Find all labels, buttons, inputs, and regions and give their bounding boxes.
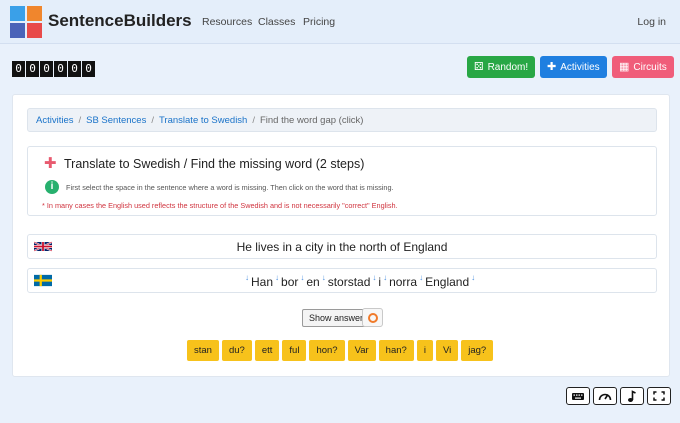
word-chip[interactable]: stan bbox=[187, 340, 219, 361]
info-icon: i bbox=[45, 180, 59, 194]
sweden-flag-icon bbox=[34, 274, 52, 287]
keyboard-icon bbox=[572, 393, 584, 400]
circuits-label: Circuits bbox=[633, 61, 667, 73]
counter-digit: 0 bbox=[26, 61, 39, 77]
counter-digit: 0 bbox=[54, 61, 67, 77]
swedish-word: en bbox=[306, 275, 320, 289]
swedish-word: Han bbox=[251, 275, 274, 289]
activities-button[interactable]: ✚ Activities bbox=[540, 56, 607, 78]
counter-digit: 0 bbox=[68, 61, 81, 77]
task-box: ✚ Translate to Swedish / Find the missin… bbox=[27, 146, 657, 216]
gap-arrow-icon[interactable]: ↓ bbox=[370, 273, 378, 282]
gap-arrow-icon[interactable]: ↓ bbox=[417, 273, 425, 282]
word-chip[interactable]: Var bbox=[347, 340, 376, 361]
speedometer-icon bbox=[598, 393, 612, 401]
task-note: * In many cases the English used reflect… bbox=[42, 201, 398, 210]
counter-digit: 0 bbox=[40, 61, 53, 77]
word-chip[interactable]: Vi bbox=[435, 340, 459, 361]
nav-classes[interactable]: Classes bbox=[258, 16, 295, 28]
swedish-word: England bbox=[425, 275, 470, 289]
gap-arrow-icon[interactable]: ↓ bbox=[273, 273, 281, 282]
nav-pricing[interactable]: Pricing bbox=[303, 16, 335, 28]
score-counter: 0 0 0 0 0 0 bbox=[12, 61, 95, 77]
music-note-icon bbox=[628, 390, 636, 402]
music-button[interactable] bbox=[620, 387, 644, 405]
breadcrumb-sb-sentences[interactable]: SB Sentences bbox=[86, 115, 146, 126]
swedish-word: storstad bbox=[327, 275, 371, 289]
swedish-sentence-row: ↓ Han ↓ bor ↓ en ↓ storstad ↓ i ↓ norra … bbox=[27, 268, 657, 293]
english-sentence: He lives in a city in the north of Engla… bbox=[236, 240, 448, 254]
puzzle-icon: ✚ bbox=[44, 155, 57, 172]
breadcrumb-current: Find the word gap (click) bbox=[259, 114, 364, 126]
navbar: SentenceBuilders Resources Classes Prici… bbox=[0, 0, 680, 44]
breadcrumb-translate[interactable]: Translate to Swedish bbox=[159, 115, 247, 126]
random-button[interactable]: ⚄ Random! bbox=[467, 56, 536, 78]
word-chip[interactable]: ett bbox=[254, 340, 280, 361]
swedish-sentence: ↓ Han ↓ bor ↓ en ↓ storstad ↓ i ↓ norra … bbox=[243, 273, 477, 289]
grid-icon: ▦ bbox=[619, 60, 630, 73]
activity-card: Activities / SB Sentences / Translate to… bbox=[12, 94, 670, 377]
activities-label: Activities bbox=[560, 61, 600, 73]
gap-arrow-icon[interactable]: ↓ bbox=[320, 273, 328, 282]
word-chip[interactable]: hon? bbox=[309, 340, 345, 361]
breadcrumb: Activities / SB Sentences / Translate to… bbox=[27, 108, 657, 132]
fullscreen-icon bbox=[653, 391, 665, 401]
counter-digit: 0 bbox=[12, 61, 25, 77]
show-answer-button[interactable]: Show answer bbox=[302, 309, 371, 327]
breadcrumb-separator: / bbox=[151, 114, 154, 126]
gap-arrow-icon[interactable]: ↓ bbox=[469, 273, 477, 282]
breadcrumb-separator: / bbox=[78, 114, 82, 126]
swedish-word: bor bbox=[281, 275, 299, 289]
logo[interactable] bbox=[10, 6, 42, 38]
breadcrumb-activities[interactable]: Activities bbox=[36, 115, 73, 126]
fullscreen-button[interactable] bbox=[647, 387, 671, 405]
nav-resources[interactable]: Resources bbox=[202, 16, 252, 28]
puzzle-icon: ✚ bbox=[547, 60, 557, 73]
gap-arrow-icon[interactable]: ↓ bbox=[381, 273, 389, 282]
reset-icon bbox=[368, 313, 378, 323]
random-label: Random! bbox=[487, 61, 529, 73]
speed-button[interactable] bbox=[593, 387, 617, 405]
task-title: Translate to Swedish / Find the missing … bbox=[64, 157, 365, 171]
word-chip[interactable]: ful bbox=[282, 340, 307, 361]
gap-arrow-icon[interactable]: ↓ bbox=[243, 273, 251, 282]
word-chip[interactable]: i bbox=[416, 340, 433, 361]
english-sentence-row: He lives in a city in the north of Engla… bbox=[27, 234, 657, 259]
breadcrumb-separator: / bbox=[252, 114, 255, 126]
word-chip[interactable]: jag? bbox=[461, 340, 494, 361]
counter-digit: 0 bbox=[82, 61, 95, 77]
circuits-button[interactable]: ▦ Circuits bbox=[612, 56, 674, 78]
swedish-word: norra bbox=[389, 275, 418, 289]
word-chip[interactable]: du? bbox=[221, 340, 252, 361]
dice-icon: ⚄ bbox=[474, 60, 484, 73]
word-chip[interactable]: han? bbox=[378, 340, 414, 361]
login-link[interactable]: Log in bbox=[637, 16, 666, 28]
gap-arrow-icon[interactable]: ↓ bbox=[298, 273, 306, 282]
brand-name[interactable]: SentenceBuilders bbox=[48, 11, 192, 31]
task-instruction: First select the space in the sentence w… bbox=[66, 183, 394, 192]
keyboard-button[interactable] bbox=[566, 387, 590, 405]
reset-button[interactable] bbox=[362, 308, 383, 327]
word-bank: stan du? ett ful hon? Var han? i Vi jag? bbox=[187, 340, 494, 361]
